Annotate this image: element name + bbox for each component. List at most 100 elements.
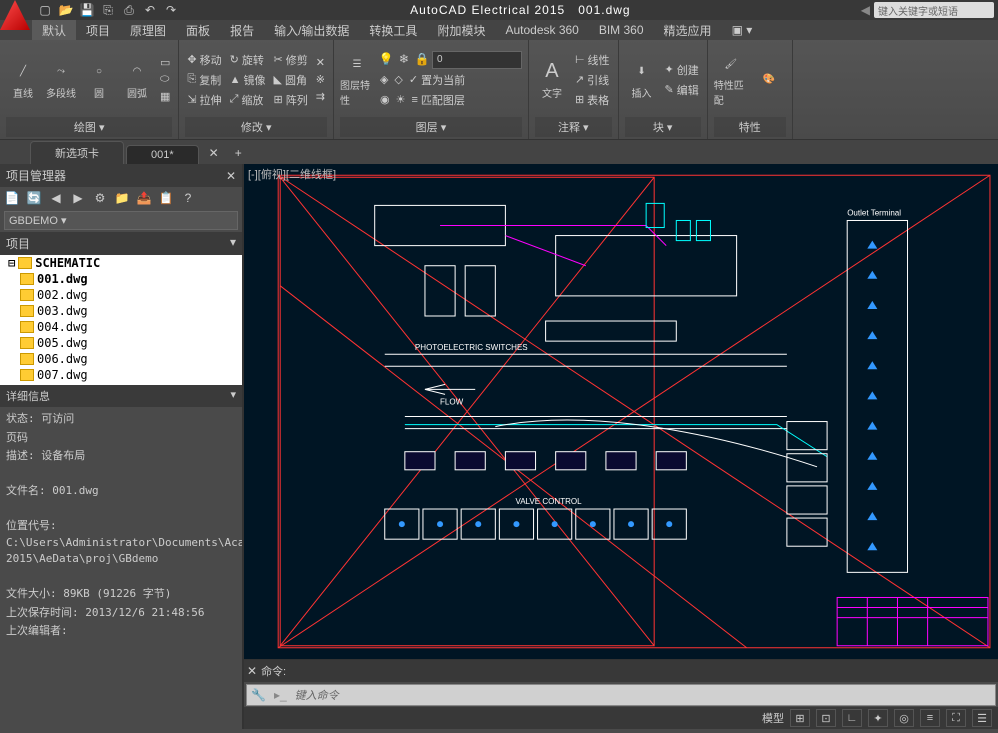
search-input[interactable]: 键入关键字或短语 xyxy=(874,2,994,18)
fullscreen-icon[interactable]: ⛶ xyxy=(946,709,966,727)
tab-default[interactable]: 默认 xyxy=(32,20,76,40)
polar-icon[interactable]: ✦ xyxy=(868,709,888,727)
tab-project[interactable]: 项目 xyxy=(76,20,120,40)
grid-icon[interactable]: ⊞ xyxy=(790,709,810,727)
tab-bim360[interactable]: BIM 360 xyxy=(589,20,654,40)
redo-icon[interactable]: ↷ xyxy=(162,1,180,19)
panel-label-block[interactable]: 块 ▾ xyxy=(625,117,701,137)
ellipse-icon[interactable]: ⬭ xyxy=(158,72,172,87)
layer-freeze-icon[interactable]: ❄ xyxy=(396,51,412,67)
new-project-icon[interactable]: 📄 xyxy=(4,190,20,206)
details-header[interactable]: 详细信息▾ xyxy=(0,385,242,407)
stretch-button[interactable]: ⇲ 拉伸 xyxy=(185,91,223,109)
layer-dropdown[interactable]: 0 xyxy=(432,51,522,69)
tree-file-004[interactable]: 004.dwg xyxy=(0,319,242,335)
table-button[interactable]: ⊞ 表格 xyxy=(573,91,612,109)
erase-icon[interactable]: ✕ xyxy=(314,55,327,70)
text-button[interactable]: A 文字 xyxy=(535,60,569,100)
doc-tab-new[interactable]: 新选项卡 xyxy=(30,141,124,164)
snap-icon[interactable]: ⊡ xyxy=(816,709,836,727)
layer-properties-button[interactable]: ☰ 图层特性 xyxy=(340,52,374,107)
open-icon[interactable]: 📂 xyxy=(57,1,75,19)
refresh-icon[interactable]: 🔄 xyxy=(26,190,42,206)
layer-iso-icon[interactable]: ◈ xyxy=(378,71,390,89)
layer-off-icon[interactable]: ◇ xyxy=(392,71,404,89)
doc-tab-001[interactable]: 001* xyxy=(126,145,199,164)
palette-button[interactable]: 🎨 xyxy=(752,68,786,92)
viewport-label[interactable]: [-][俯视][二维线框] xyxy=(248,166,336,182)
osnap-icon[interactable]: ◎ xyxy=(894,709,914,727)
dim-linear-button[interactable]: ⊢ 线性 xyxy=(573,51,612,69)
move-button[interactable]: ✥ 移动 xyxy=(185,51,223,69)
tab-plugins[interactable]: 附加模块 xyxy=(427,20,495,40)
ortho-icon[interactable]: ∟ xyxy=(842,709,862,727)
customize-icon[interactable]: ☰ xyxy=(972,709,992,727)
lineweight-icon[interactable]: ≡ xyxy=(920,709,940,727)
panel-label-layer[interactable]: 图层 ▾ xyxy=(340,117,522,137)
tab-io[interactable]: 输入/输出数据 xyxy=(264,20,359,40)
match-layer-button[interactable]: ≡ 匹配图层 xyxy=(409,91,466,109)
close-cmd-icon[interactable]: ✕ xyxy=(247,664,257,678)
line-button[interactable]: ╱ 直线 xyxy=(6,60,40,100)
offset-icon[interactable]: ⇉ xyxy=(314,89,327,104)
rect-icon[interactable]: ▭ xyxy=(158,55,172,70)
tree-file-003[interactable]: 003.dwg xyxy=(0,303,242,319)
plot-icon[interactable]: ⎙ xyxy=(120,1,138,19)
edit-button[interactable]: ✎ 编辑 xyxy=(663,81,701,99)
panel-label-modify[interactable]: 修改 ▾ xyxy=(185,117,327,137)
fillet-button[interactable]: ◣ 圆角 xyxy=(272,71,310,89)
add-tab-icon[interactable]: ✕ xyxy=(201,142,227,164)
publish-icon[interactable]: 📤 xyxy=(136,190,152,206)
arc-button[interactable]: ◠ 圆弧 xyxy=(120,60,154,100)
layer-bulb-icon[interactable]: 💡 xyxy=(378,51,394,67)
tab-convert[interactable]: 转换工具 xyxy=(359,20,427,40)
scale-button[interactable]: ⤢ 缩放 xyxy=(228,91,268,109)
panel-label-annotation[interactable]: 注释 ▾ xyxy=(535,117,612,137)
panel-label-properties[interactable]: 特性 xyxy=(714,117,786,137)
tree-section-header[interactable]: 项目▾ xyxy=(0,232,242,255)
viewport[interactable]: [-][俯视][二维线框] xyxy=(244,164,998,659)
leader-button[interactable]: ↗ 引线 xyxy=(573,71,612,89)
new-icon[interactable]: ▢ xyxy=(36,1,54,19)
tree-folder-schematic[interactable]: ⊟ SCHEMATIC xyxy=(0,255,242,271)
tree-file-006[interactable]: 006.dwg xyxy=(0,351,242,367)
rotate-button[interactable]: ↻ 旋转 xyxy=(228,51,268,69)
tab-schematic[interactable]: 原理图 xyxy=(120,20,176,40)
match-props-button[interactable]: 🖌 特性匹配 xyxy=(714,52,748,107)
close-panel-icon[interactable]: ✕ xyxy=(226,169,236,183)
tab-plus-icon[interactable]: + xyxy=(227,142,250,164)
tree-file-005[interactable]: 005.dwg xyxy=(0,335,242,351)
insert-button[interactable]: ⬇ 插入 xyxy=(625,60,659,100)
model-button[interactable]: 模型 xyxy=(762,710,784,726)
tree-file-002[interactable]: 002.dwg xyxy=(0,287,242,303)
tree-file-007[interactable]: 007.dwg xyxy=(0,367,242,383)
make-current-button[interactable]: ✓ 置为当前 xyxy=(407,71,467,89)
project-selector[interactable]: GBDEMO ▾ xyxy=(4,211,238,230)
polyline-button[interactable]: ⤳ 多段线 xyxy=(44,60,78,100)
next-icon[interactable]: ▶ xyxy=(70,190,86,206)
layer-thaw-icon[interactable]: ☀ xyxy=(394,91,408,109)
explode-icon[interactable]: ※ xyxy=(314,72,327,87)
tab-featured[interactable]: 精选应用 xyxy=(654,20,722,40)
save-icon[interactable]: 💾 xyxy=(78,1,96,19)
tab-reports[interactable]: 报告 xyxy=(220,20,264,40)
tree-file-001[interactable]: 001.dwg xyxy=(0,271,242,287)
gear-icon[interactable]: ⚙ xyxy=(92,190,108,206)
panel-label-draw[interactable]: 绘图 ▾ xyxy=(6,117,172,137)
saveas-icon[interactable]: ⎘ xyxy=(99,1,117,19)
clipboard-icon[interactable]: 📋 xyxy=(158,190,174,206)
nav-left-icon[interactable]: ◀ xyxy=(861,3,870,17)
wrench-icon[interactable]: 🔧 xyxy=(247,688,270,702)
create-button[interactable]: ✦ 创建 xyxy=(663,61,701,79)
undo-icon[interactable]: ↶ xyxy=(141,1,159,19)
tab-a360[interactable]: Autodesk 360 xyxy=(495,20,588,40)
tab-expand-icon[interactable]: ▣ ▾ xyxy=(722,20,763,40)
command-input[interactable]: 键入命令 xyxy=(291,685,995,705)
circle-button[interactable]: ○ 圆 xyxy=(82,60,116,100)
mirror-button[interactable]: ▲ 镜像 xyxy=(228,71,268,89)
layer-on-icon[interactable]: ◉ xyxy=(378,91,392,109)
copy-button[interactable]: ⎘ 复制 xyxy=(185,71,223,89)
help-icon[interactable]: ? xyxy=(180,190,196,206)
trim-button[interactable]: ✂ 修剪 xyxy=(272,51,310,69)
prev-icon[interactable]: ◀ xyxy=(48,190,64,206)
